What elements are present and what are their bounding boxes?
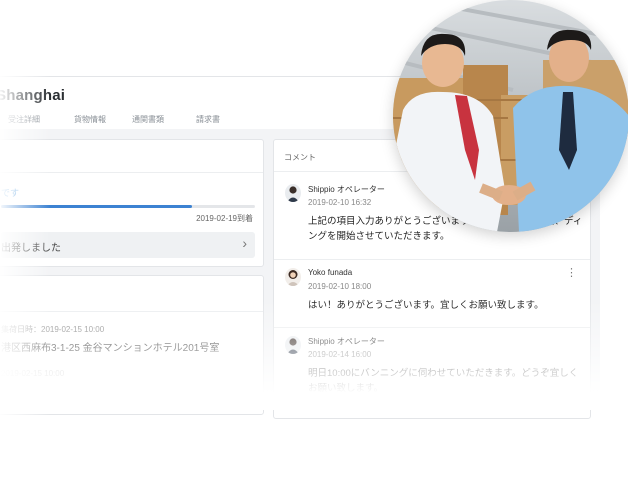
progress-bar — [1, 205, 255, 208]
shipment-status-card: です 2019-02-19到着 出発しました › — [0, 139, 264, 267]
comment-time: 2019-02-14 16:00 — [308, 350, 372, 359]
comment-author: Shippio オペレーター — [308, 185, 385, 194]
chevron-right-icon: › — [242, 235, 247, 251]
comment-author: Yoko funada — [308, 268, 353, 277]
more-options-icon[interactable]: ⋮ — [566, 266, 577, 279]
pickup-date-secondary: 2019-02-15 10:00 — [1, 369, 65, 378]
departed-label: 出発しました — [1, 243, 61, 254]
avatar — [285, 268, 301, 286]
comment-author: Shippio オペレーター — [308, 337, 385, 346]
progress-fill — [1, 205, 192, 208]
pickup-info-card: 集荷日時：2019-02-15 10:00 港区西麻布3-1-25 金谷マンショ… — [0, 275, 264, 415]
comment-time: 2019-02-10 18:00 — [308, 282, 372, 291]
arrival-date: 2019-02-19到着 — [196, 214, 253, 223]
tab-invoice[interactable]: 請求書 — [196, 114, 220, 125]
comment-body: はい！ありがとうございます。宜しくお願い致します。 — [308, 300, 544, 311]
tab-cargo-info[interactable]: 貨物情報 — [74, 114, 106, 125]
pickup-address: 港区西麻布3-1-25 金谷マンションホテル201号室 — [1, 343, 220, 354]
tab-order-details[interactable]: 受注詳細 — [8, 114, 40, 125]
comment-item: ⋮ Yoko funada 2019-02-10 18:00 はい！ありがとうご… — [274, 266, 590, 328]
marketing-visual: Shanghai 受注詳細 貨物情報 通関書類 請求書 です 2019-02-1… — [0, 0, 628, 490]
comment-item: Shippio オペレーター 2019-02-14 16:00 明日10:00に… — [274, 336, 590, 416]
avatar — [285, 184, 301, 202]
departed-status-row[interactable]: 出発しました › — [1, 232, 255, 258]
comment-time: 2019-02-10 16:32 — [308, 198, 372, 207]
status-label: です — [1, 188, 20, 198]
comments-title: コメント — [284, 153, 316, 162]
pickup-date: 集荷日時：2019-02-15 10:00 — [1, 325, 105, 334]
shipment-title: Shanghai — [0, 87, 66, 104]
avatar — [285, 336, 301, 354]
tab-customs-docs[interactable]: 通関書類 — [132, 114, 164, 125]
handshake-photo — [393, 0, 628, 232]
comment-body: 明日10:00にバンニングに伺わせていただきます。どうぞ宜しくお願い致します。 — [308, 368, 579, 394]
